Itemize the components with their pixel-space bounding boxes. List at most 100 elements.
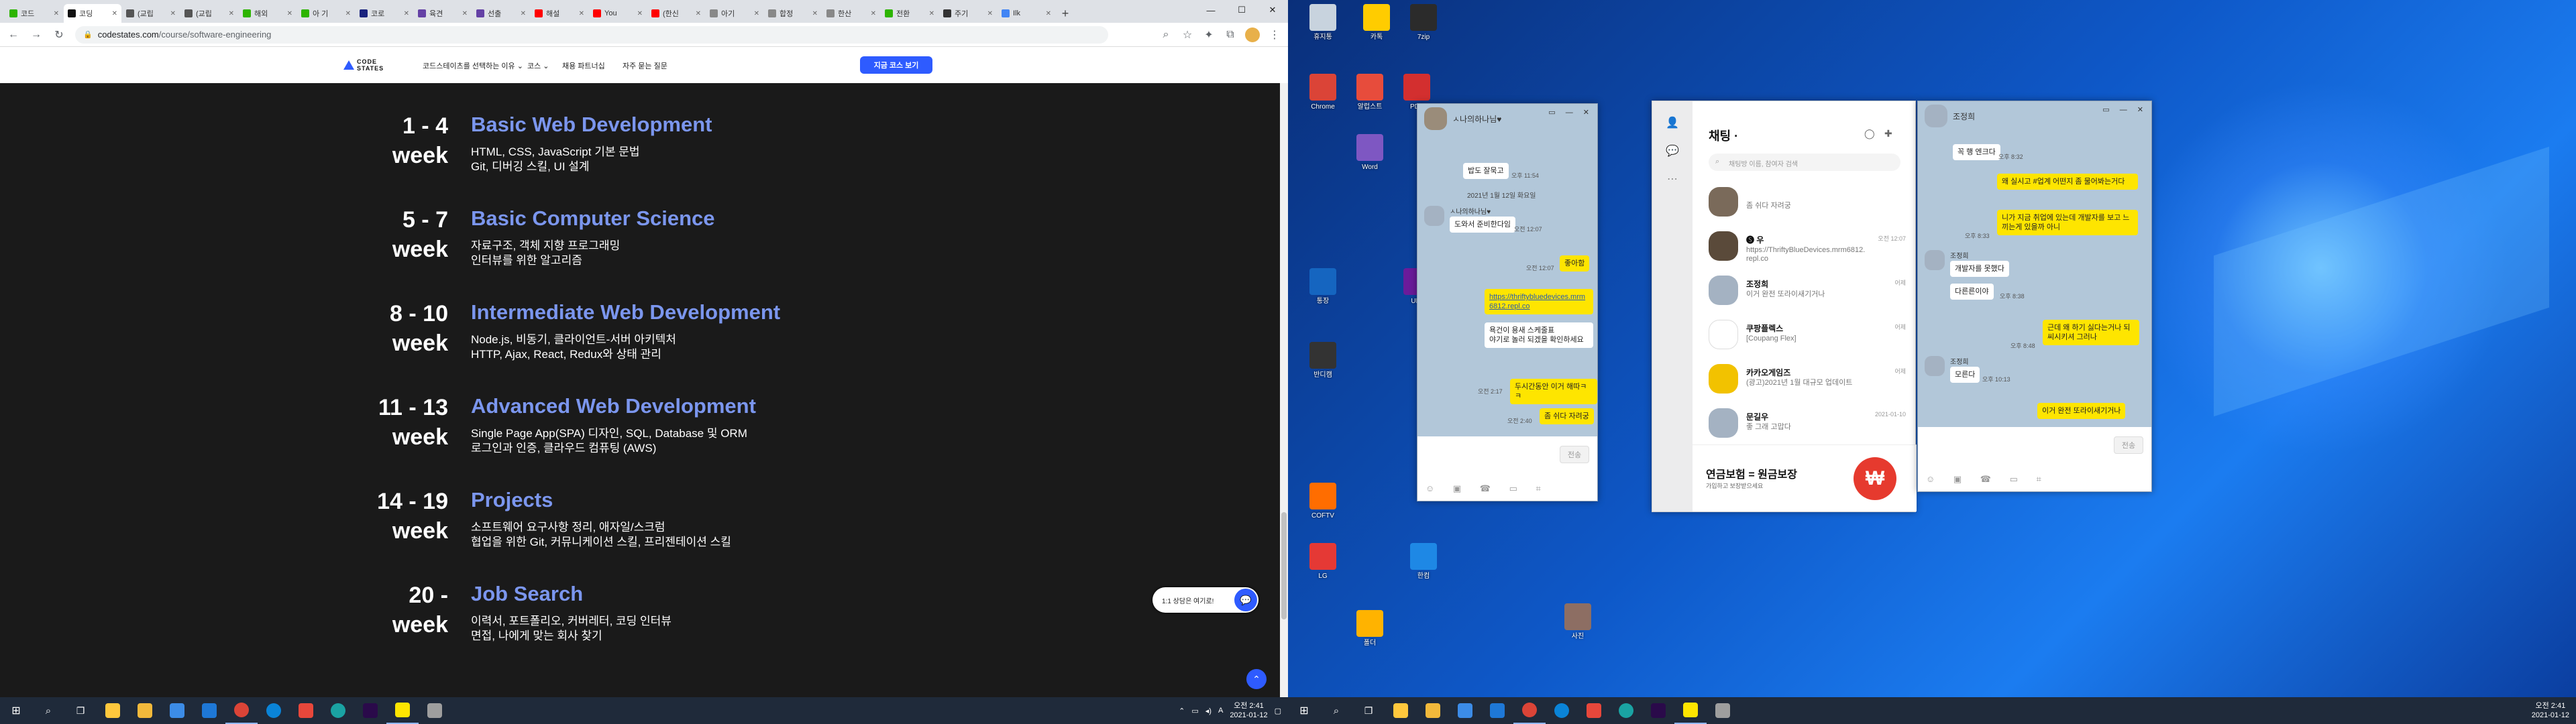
tool-icon[interactable] [419,697,451,724]
back-icon[interactable]: ← [7,29,20,41]
star-icon[interactable]: ☆ [1181,28,1194,42]
chrome-icon[interactable] [1513,697,1546,724]
tool-icon[interactable] [1707,697,1739,724]
more-icon[interactable]: ⋯ [1652,172,1693,186]
file-explorer-icon[interactable] [1417,697,1449,724]
mail-icon[interactable] [193,697,225,724]
file-explorer-icon[interactable] [129,697,161,724]
browser-tab[interactable]: 아 기 ✕ [297,4,355,23]
notification-icon[interactable]: ▢ [1275,707,1281,715]
taskbar-app-icon[interactable] [97,697,129,724]
chat-list-window[interactable]: 👤 💬 ⋯ 채팅 · ◯ ✚ 채팅방 이름, 참여자 검색 ⌕ 좀 쉬다 자려궁… [1652,101,1917,512]
browser-tab[interactable]: 코딩 ✕ [64,4,121,23]
nav-course[interactable]: 코스 ⌄ [527,60,549,71]
puzzle-icon[interactable]: ⧉ [1224,29,1237,41]
chat-link-message[interactable]: https://thriftybluedevices.mrm6812.repl.… [1485,289,1593,314]
desktop-shortcut[interactable]: Chrome [1301,74,1344,121]
tab-close-icon[interactable]: ✕ [929,10,934,17]
chat-room-item[interactable]: 🅢 우 https://ThriftyBlueDevices.mrm6812.re… [1693,225,1917,269]
window-controls[interactable]: ▭ — ✕ [1548,108,1593,117]
chat-room-item[interactable]: 카카오게임즈 (광고)2021년 1월 대규모 업데이트 어제 [1693,357,1917,402]
open-chat-icon[interactable]: ◯ [1864,128,1875,139]
maximize-icon[interactable]: ☐ [1226,0,1257,20]
desktop-shortcut[interactable]: 통장 [1301,268,1344,315]
task-view-icon[interactable]: ❐ [64,697,97,724]
tab-close-icon[interactable]: ✕ [579,10,584,17]
friends-icon[interactable]: 👤 [1652,116,1693,129]
close-icon[interactable]: ✕ [1257,0,1288,20]
tab-close-icon[interactable]: ✕ [521,10,526,17]
browser-tab[interactable]: 선출 ✕ [472,4,530,23]
browser-tab[interactable]: 해설 ✕ [531,4,588,23]
network-icon[interactable]: ▭ [1191,707,1198,715]
browser-tab[interactable]: 주기 ✕ [939,4,997,23]
task-view-icon[interactable]: ❐ [1352,697,1385,724]
ad-banner[interactable]: 연금보험 = 원금보장 가입하고 보장받으세요 ₩ [1693,444,1917,511]
browser-tab[interactable]: (한신 ✕ [647,4,705,23]
tab-close-icon[interactable]: ✕ [987,10,993,17]
chat-room-item[interactable]: 좀 쉬다 자려궁 [1693,180,1917,225]
browser-tab[interactable]: You ✕ [589,4,647,23]
premiere-icon[interactable] [354,697,386,724]
browser-tab[interactable]: 합정 ✕ [764,4,822,23]
tab-close-icon[interactable]: ✕ [112,10,117,17]
desktop-shortcut[interactable]: 반디캠 [1301,342,1344,389]
tab-close-icon[interactable]: ✕ [287,10,292,17]
desktop-shortcut[interactable]: 한컴 [1402,543,1445,590]
tab-close-icon[interactable]: ✕ [696,10,701,17]
desktop-shortcut[interactable]: Word [1348,134,1391,181]
browser-tab[interactable]: 해외 ✕ [239,4,297,23]
scrollbar-thumb[interactable] [1281,512,1287,619]
tab-close-icon[interactable]: ✕ [404,10,409,17]
browser-tab[interactable]: Ilk ✕ [998,4,1055,23]
chat-consult-button[interactable]: 1:1 상담은 여기로! 💬 [1152,587,1258,613]
chat-window-right[interactable]: 조정희 ▭ — ✕ 꼭 행 엔크다 오후 8:32 왜 실시고 #업계 어떤지 … [1917,101,2152,492]
edge-icon[interactable] [1546,697,1578,724]
tray-arrow-icon[interactable]: ⌃ [1179,707,1185,715]
tab-close-icon[interactable]: ✕ [637,10,643,17]
browser-tab[interactable]: 아기 ✕ [706,4,763,23]
edge-icon[interactable] [258,697,290,724]
browser-tab[interactable]: 코로 ✕ [356,4,413,23]
desktop-shortcut[interactable]: 사진 [1556,603,1599,650]
store-icon[interactable] [161,697,193,724]
new-tab-button[interactable]: + [1056,4,1075,23]
chat-input-area[interactable]: 전송 ☺ ▣ ☎ ▭ ⌗ [1918,427,2151,491]
desktop-shortcut[interactable]: LG [1301,543,1344,590]
browser-tab[interactable]: (교립 ✕ [122,4,180,23]
nav-why[interactable]: 코드스테이츠를 선택하는 이유 ⌄ [423,60,523,71]
tab-close-icon[interactable]: ✕ [170,10,176,17]
kakaotalk-icon[interactable] [1674,697,1707,724]
chrome-icon[interactable] [225,697,258,724]
chat-tools-icon[interactable]: ☺ ▣ ☎ ▭ ⌗ [1426,483,1549,494]
chat-room-item[interactable]: 조정희 이거 완전 또라이새기거나 어제 [1693,269,1917,313]
window-controls[interactable]: ▭ — ✕ [2102,105,2147,114]
tab-close-icon[interactable]: ✕ [54,10,59,17]
new-chat-icon[interactable]: ✚ [1884,128,1892,139]
chat-room-item[interactable]: 문길우 좋 그래 고맙다 2021-01-10 [1693,402,1917,446]
site-logo[interactable]: CODE STATES [343,56,397,74]
desktop-shortcut[interactable]: 알럽스트 [1348,74,1391,121]
taskbar-clock[interactable]: 오전 2:41 2021-01-12 [2532,701,2569,720]
desktop-shortcut[interactable]: 휴지통 [1301,4,1344,51]
browser-tab[interactable]: 한산 ✕ [822,4,880,23]
chat-room-item[interactable]: 쿠팡플렉스 [Coupang Flex] 어제 [1693,313,1917,357]
media-icon[interactable] [1578,697,1610,724]
tab-close-icon[interactable]: ✕ [1046,10,1051,17]
desktop-shortcut[interactable]: 폴더 [1348,610,1391,657]
store-icon[interactable] [1449,697,1481,724]
taskbar-search-icon[interactable]: ⌕ [1320,697,1352,724]
profile-avatar[interactable] [1245,27,1260,42]
browser-tab[interactable]: 코드 ✕ [5,4,63,23]
zoom-icon[interactable]: ⌕ [1159,29,1173,41]
desktop-shortcut[interactable]: COFTV [1301,483,1344,530]
send-button[interactable]: 전송 [1560,446,1589,463]
page-scrollbar[interactable] [1280,83,1288,713]
desktop-shortcut[interactable]: 카톡 [1355,4,1398,51]
nav-faq[interactable]: 자주 묻는 질문 [623,60,667,71]
browser-tab[interactable]: 전환 ✕ [881,4,938,23]
chat-input-area[interactable]: 전송 ☺ ▣ ☎ ▭ ⌗ [1417,436,1597,501]
tab-close-icon[interactable]: ✕ [871,10,876,17]
taskbar-clock[interactable]: 오전 2:41 2021-01-12 [1230,701,1267,720]
browser-tab[interactable]: 육견 ✕ [414,4,472,23]
